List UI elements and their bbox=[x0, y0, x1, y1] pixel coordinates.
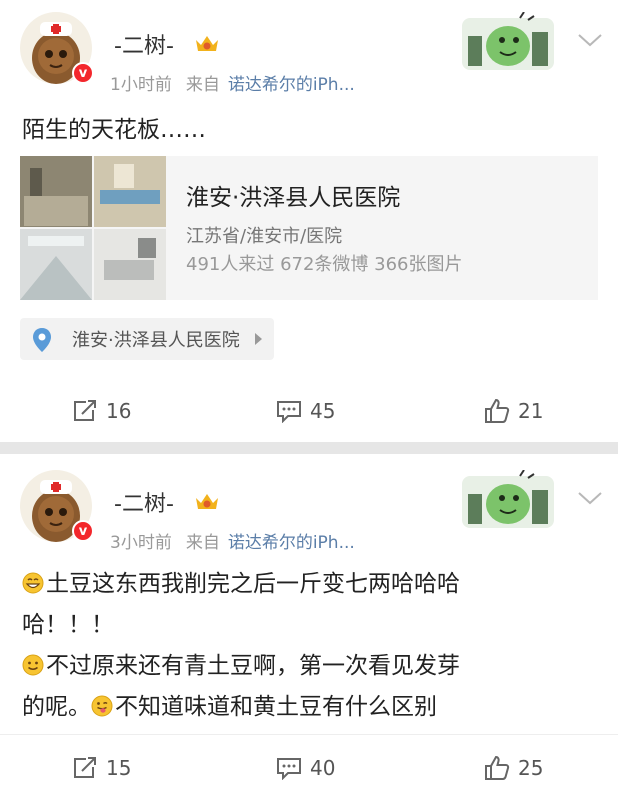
repost-icon bbox=[74, 400, 96, 421]
comment-button[interactable]: 45 bbox=[276, 391, 335, 431]
place-photos bbox=[20, 156, 166, 300]
weibo-feed: v -二树- 1小时前 来自 诺达希尔的iPh... 陌生的天花板…… 淮安·洪… bbox=[0, 0, 618, 800]
crown-level-icon bbox=[196, 494, 218, 509]
post-text-line: 不过原来还有青土豆啊，第一次看见发芽 bbox=[22, 646, 460, 687]
post-time[interactable]: 3小时前 bbox=[110, 533, 172, 553]
post-source[interactable]: 诺达希尔的iPh... bbox=[228, 75, 355, 95]
place-region: 江苏省/淮安市/医院 bbox=[186, 226, 343, 247]
post-actions: 15 40 25 bbox=[0, 748, 618, 788]
like-button[interactable]: 25 bbox=[484, 748, 543, 788]
tongue-emoji-icon bbox=[91, 695, 113, 717]
place-title: 淮安·洪泽县人民医院 bbox=[186, 185, 401, 211]
feed-divider bbox=[0, 442, 618, 454]
comment-count: 40 bbox=[310, 756, 336, 780]
dinosaur-card-badge-icon[interactable] bbox=[462, 12, 554, 70]
crown-level-icon bbox=[196, 36, 218, 51]
post-source[interactable]: 诺达希尔的iPh... bbox=[228, 533, 355, 553]
comment-icon bbox=[277, 758, 301, 780]
repost-icon bbox=[74, 757, 96, 778]
chevron-down-icon[interactable] bbox=[577, 490, 603, 506]
comment-icon bbox=[277, 401, 301, 423]
post-text: 土豆这东西我削完之后一斤变七两哈哈哈 哈！！！ 不过原来还有青土豆啊，第一次看见… bbox=[22, 564, 460, 728]
username[interactable]: -二树- bbox=[114, 486, 174, 518]
smile-emoji-icon bbox=[22, 654, 44, 676]
verified-badge-icon: v bbox=[72, 62, 94, 84]
comment-count: 45 bbox=[310, 399, 336, 423]
dinosaur-card-badge-icon[interactable] bbox=[462, 470, 554, 528]
post-card: v -二树- 3小时前 来自 诺达希尔的iPh... 土豆这东西我削完之后一斤变… bbox=[0, 454, 618, 800]
post-text-line: 哈！！！ bbox=[22, 612, 114, 638]
like-icon bbox=[485, 398, 510, 423]
post-text: 陌生的天花板…… bbox=[22, 110, 206, 151]
repost-button[interactable]: 16 bbox=[72, 391, 131, 431]
like-count: 25 bbox=[518, 756, 544, 780]
post-text-line: 陌生的天花板…… bbox=[22, 117, 206, 143]
repost-button[interactable]: 15 bbox=[72, 748, 131, 788]
location-tag-label: 淮安·洪泽县人民医院 bbox=[72, 330, 240, 351]
post-actions: 16 45 21 bbox=[0, 391, 618, 431]
source-label: 来自 bbox=[185, 533, 220, 553]
avatar[interactable]: v bbox=[20, 12, 94, 84]
like-button[interactable]: 21 bbox=[484, 391, 543, 431]
location-tag[interactable]: 淮安·洪泽县人民医院 bbox=[20, 318, 274, 360]
repost-count: 16 bbox=[106, 399, 132, 423]
location-pin-icon bbox=[33, 328, 51, 352]
post-meta: 3小时前 来自 诺达希尔的iPh... bbox=[110, 528, 355, 553]
like-count: 21 bbox=[518, 399, 544, 423]
post-text-line: 土豆这东西我削完之后一斤变七两哈哈哈 bbox=[22, 564, 460, 605]
post-time[interactable]: 1小时前 bbox=[110, 75, 172, 95]
grin-emoji-icon bbox=[22, 572, 44, 594]
location-tag-arrow bbox=[254, 333, 262, 345]
place-stats: 491人来过 672条微博 366张图片 bbox=[186, 254, 463, 275]
like-icon bbox=[485, 755, 510, 780]
username[interactable]: -二树- bbox=[114, 28, 174, 60]
post-card: v -二树- 1小时前 来自 诺达希尔的iPh... 陌生的天花板…… 淮安·洪… bbox=[0, 0, 618, 442]
chevron-down-icon[interactable] bbox=[577, 32, 603, 48]
actions-divider bbox=[0, 734, 618, 735]
post-text-line: 的呢。 不知道味道和黄土豆有什么区别 bbox=[22, 694, 437, 720]
place-card[interactable]: 淮安·洪泽县人民医院 江苏省/淮安市/医院 491人来过 672条微博 366张… bbox=[20, 156, 598, 300]
repost-count: 15 bbox=[106, 756, 132, 780]
source-label: 来自 bbox=[185, 75, 220, 95]
comment-button[interactable]: 40 bbox=[276, 748, 335, 788]
avatar[interactable]: v bbox=[20, 470, 94, 542]
post-meta: 1小时前 来自 诺达希尔的iPh... bbox=[110, 70, 355, 95]
verified-badge-icon: v bbox=[72, 520, 94, 542]
